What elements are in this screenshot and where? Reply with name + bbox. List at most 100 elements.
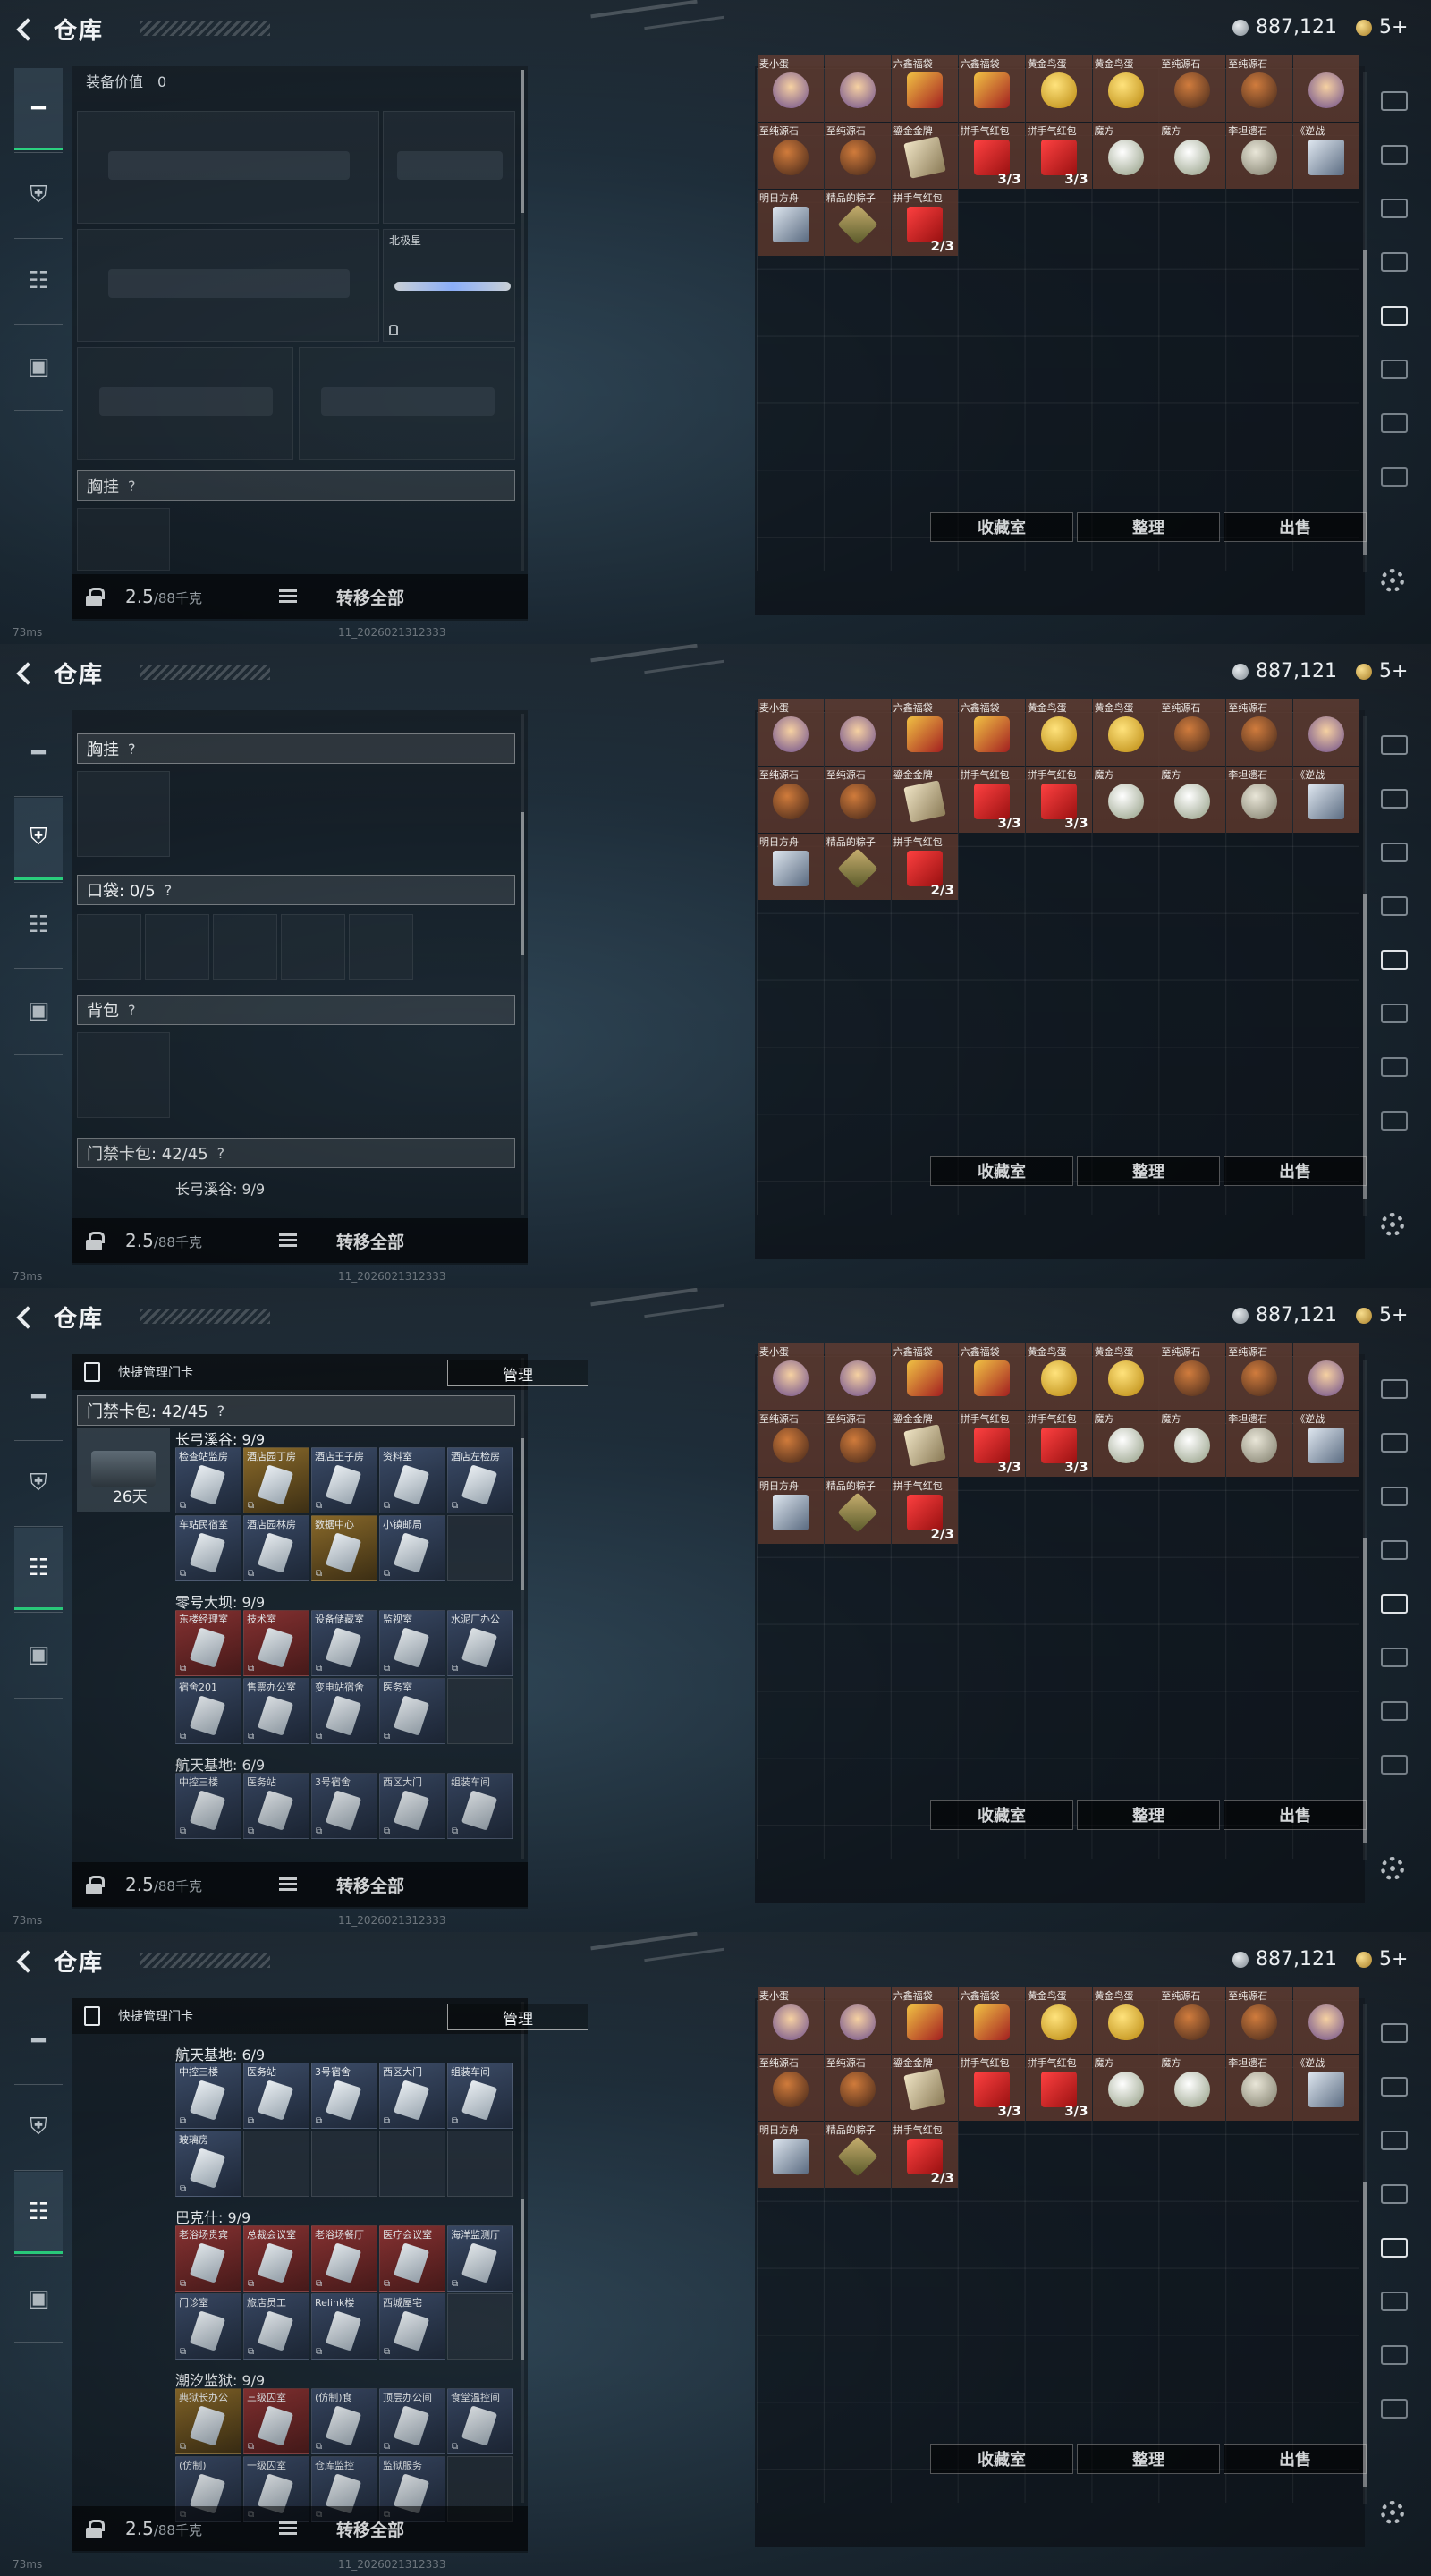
keycard-slot[interactable]: (仿制)食 ⧉ bbox=[311, 2388, 377, 2454]
side-tab-icon[interactable] bbox=[1381, 1379, 1408, 1399]
storage-item[interactable] bbox=[824, 1343, 891, 1410]
keycard-slot[interactable]: 西城屋宅 ⧉ bbox=[379, 2293, 445, 2360]
storage-item[interactable]: 至纯源石 bbox=[1159, 1987, 1226, 2054]
collection-button[interactable]: 收藏室 bbox=[930, 1800, 1073, 1830]
keycard-slot[interactable]: 售票办公室 ⧉ bbox=[243, 1678, 309, 1744]
pocket-slot[interactable] bbox=[145, 914, 209, 980]
chest-rig-slot[interactable] bbox=[77, 771, 170, 857]
side-tab-icon[interactable] bbox=[1381, 1433, 1408, 1453]
storage-item[interactable] bbox=[824, 699, 891, 766]
keycard-slot[interactable]: 典狱长办公 ⧉ bbox=[175, 2388, 241, 2454]
storage-item[interactable]: 黄金鸟蛋 bbox=[1025, 1343, 1092, 1410]
lock-icon[interactable] bbox=[86, 588, 105, 606]
keycard-slot[interactable]: 检查站监房 ⧉ bbox=[175, 1447, 241, 1513]
nav-keycard[interactable]: ☷ bbox=[14, 884, 63, 966]
side-tab-icon[interactable] bbox=[1381, 360, 1408, 379]
pocket-slot[interactable] bbox=[349, 914, 413, 980]
storage-item[interactable]: 《逆战 bbox=[1293, 122, 1360, 189]
storage-item[interactable]: 精品的粽子 bbox=[824, 833, 891, 900]
side-tab-icon[interactable] bbox=[1381, 1701, 1408, 1721]
side-tab-icon[interactable] bbox=[1381, 1004, 1408, 1023]
side-tab-icon[interactable] bbox=[1381, 1487, 1408, 1506]
storage-item[interactable]: 六鑫福袋 bbox=[891, 699, 958, 766]
storage-item[interactable]: 六鑫福袋 bbox=[891, 1987, 958, 2054]
keycard-slot[interactable]: 设备储藏室 ⧉ bbox=[311, 1610, 377, 1676]
storage-scroll-thumb[interactable] bbox=[1363, 894, 1367, 1199]
storage-item[interactable] bbox=[1293, 1343, 1360, 1410]
side-tab-icon[interactable] bbox=[1381, 1111, 1408, 1131]
side-tab-icon[interactable] bbox=[1381, 2292, 1408, 2311]
settings-gear-icon[interactable] bbox=[1381, 1213, 1404, 1236]
pocket-slot[interactable] bbox=[77, 914, 141, 980]
help-icon[interactable]: ? bbox=[128, 1002, 136, 1019]
storage-item[interactable]: 魔方 bbox=[1159, 766, 1226, 833]
manage-button[interactable]: 管理 bbox=[447, 2004, 588, 2030]
keycard-slot[interactable]: 医务站 ⧉ bbox=[243, 2063, 309, 2129]
storage-item[interactable]: 至纯源石 bbox=[1159, 699, 1226, 766]
keycard-slot[interactable]: Relink楼 ⧉ bbox=[311, 2293, 377, 2360]
left-scrollbar[interactable] bbox=[521, 70, 524, 571]
nav-armor[interactable]: ⛨ bbox=[14, 154, 63, 236]
storage-item[interactable]: 鎏金金牌 bbox=[891, 122, 958, 189]
transfer-all-button[interactable]: 转移全部 bbox=[336, 2517, 404, 2541]
keycard-slot[interactable]: 3号宿舍 ⧉ bbox=[311, 1773, 377, 1839]
keycard-slot[interactable]: 宿舍201 ⧉ bbox=[175, 1678, 241, 1744]
storage-item[interactable]: 李坦遗石 bbox=[1226, 122, 1293, 189]
help-icon[interactable]: ? bbox=[217, 1402, 225, 1419]
side-tab-icon[interactable] bbox=[1381, 413, 1408, 433]
storage-item[interactable]: 麦小蛋 bbox=[758, 1987, 824, 2054]
storage-item[interactable]: 魔方 bbox=[1159, 2054, 1226, 2121]
storage-item[interactable]: 至纯源石 bbox=[824, 122, 891, 189]
secondary-weapon-slot[interactable] bbox=[77, 229, 379, 342]
left-scrollbar[interactable] bbox=[521, 1358, 524, 1859]
coupon-display[interactable]: 5+ bbox=[1356, 1948, 1408, 1970]
storage-item[interactable]: 拼手气红包 3/3 bbox=[958, 766, 1025, 833]
storage-item[interactable]: 至纯源石 bbox=[1226, 55, 1293, 122]
storage-scrollbar[interactable] bbox=[1363, 716, 1367, 1216]
keycard-slot[interactable]: 监视室 ⧉ bbox=[379, 1610, 445, 1676]
storage-item[interactable]: 拼手气红包 3/3 bbox=[958, 2054, 1025, 2121]
left-scroll-thumb[interactable] bbox=[521, 1438, 524, 1590]
nav-briefcase[interactable]: ▣ bbox=[14, 1614, 63, 1696]
helmet-slot[interactable] bbox=[77, 347, 293, 460]
storage-item[interactable]: 至纯源石 bbox=[1226, 1343, 1293, 1410]
storage-item[interactable]: 至纯源石 bbox=[1226, 1987, 1293, 2054]
storage-item[interactable]: 精品的粽子 bbox=[824, 1477, 891, 1544]
keycard-slot[interactable]: 组装车间 ⧉ bbox=[447, 1773, 513, 1839]
side-tab-icon[interactable] bbox=[1381, 789, 1408, 809]
help-icon[interactable]: ? bbox=[128, 478, 136, 495]
left-scroll-thumb[interactable] bbox=[521, 70, 524, 213]
list-icon[interactable] bbox=[278, 2521, 297, 2536]
storage-item[interactable] bbox=[1293, 699, 1360, 766]
storage-item[interactable]: 六鑫福袋 bbox=[891, 55, 958, 122]
storage-item[interactable]: 明日方舟 bbox=[758, 189, 824, 256]
list-icon[interactable] bbox=[278, 1233, 297, 1248]
storage-item[interactable]: 鎏金金牌 bbox=[891, 766, 958, 833]
storage-item[interactable]: 黄金鸟蛋 bbox=[1092, 699, 1159, 766]
left-scroll-thumb[interactable] bbox=[521, 812, 524, 955]
storage-item[interactable]: 魔方 bbox=[1092, 1410, 1159, 1477]
settings-gear-icon[interactable] bbox=[1381, 1857, 1404, 1880]
melee-slot[interactable]: 北极星 bbox=[383, 229, 515, 342]
storage-item[interactable]: 明日方舟 bbox=[758, 1477, 824, 1544]
side-tab-icon[interactable] bbox=[1381, 2345, 1408, 2365]
side-tab-icon[interactable] bbox=[1381, 2023, 1408, 2043]
storage-item[interactable]: 《逆战 bbox=[1293, 766, 1360, 833]
nav-gun[interactable]: ━ bbox=[14, 712, 63, 794]
list-icon[interactable] bbox=[278, 1877, 297, 1892]
storage-item[interactable]: 拼手气红包 3/3 bbox=[1025, 1410, 1092, 1477]
storage-item[interactable]: 至纯源石 bbox=[1159, 55, 1226, 122]
nav-gun[interactable]: ━ bbox=[14, 68, 63, 150]
storage-scrollbar[interactable] bbox=[1363, 72, 1367, 572]
storage-item[interactable]: 李坦遗石 bbox=[1226, 2054, 1293, 2121]
storage-item[interactable]: 至纯源石 bbox=[758, 766, 824, 833]
storage-item[interactable]: 拼手气红包 3/3 bbox=[958, 1410, 1025, 1477]
keycard-slot[interactable]: 总裁会议室 ⧉ bbox=[243, 2225, 309, 2292]
sort-button[interactable]: 整理 bbox=[1077, 512, 1220, 542]
sort-button[interactable]: 整理 bbox=[1077, 2444, 1220, 2474]
backpack-slot[interactable] bbox=[77, 1032, 170, 1118]
storage-item[interactable]: 麦小蛋 bbox=[758, 55, 824, 122]
storage-item[interactable]: 李坦遗石 bbox=[1226, 766, 1293, 833]
side-tab-icon[interactable] bbox=[1381, 1648, 1408, 1667]
storage-item[interactable]: 拼手气红包 3/3 bbox=[958, 122, 1025, 189]
